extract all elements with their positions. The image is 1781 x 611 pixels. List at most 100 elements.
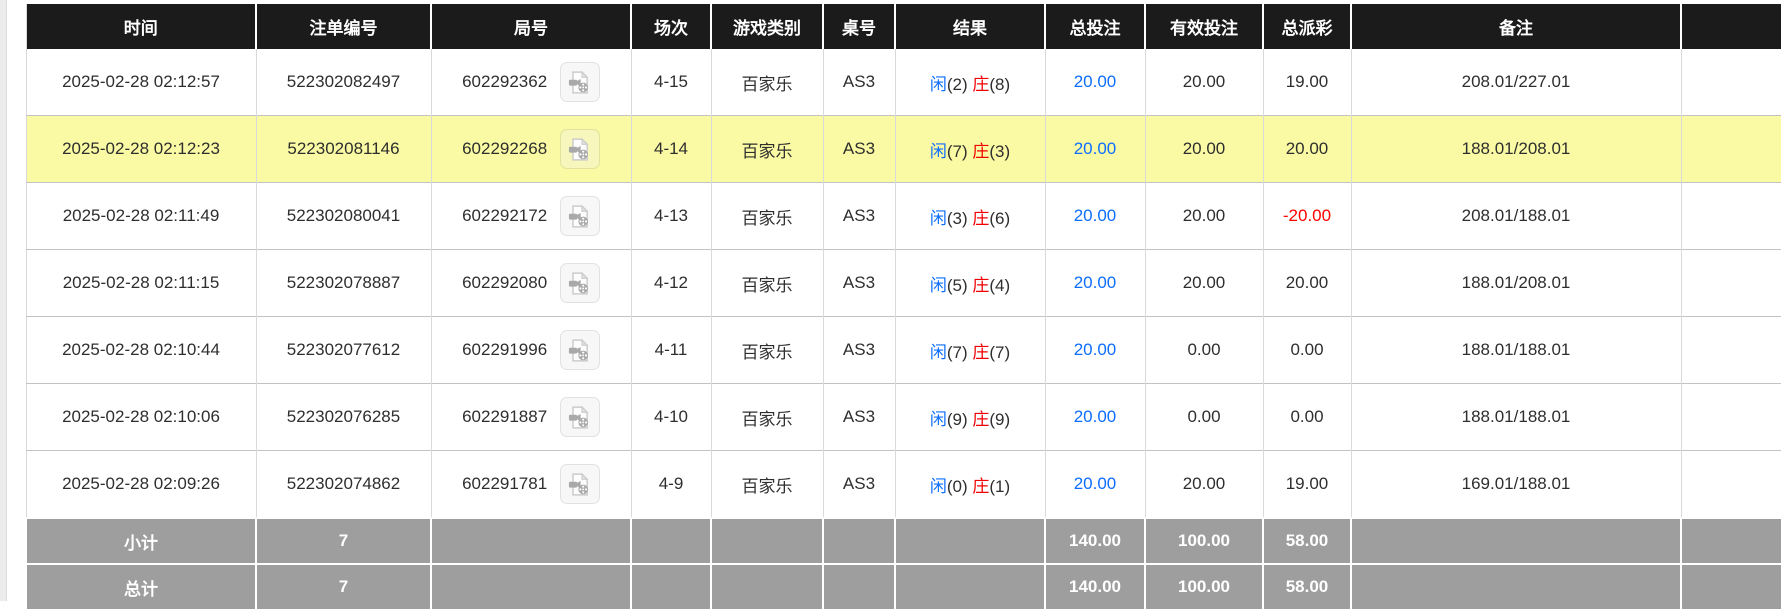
total-bet-link[interactable]: 20.00 (1074, 206, 1117, 225)
column-header-payout: 总派彩 (1263, 4, 1351, 49)
cell-valid_bet: 0.00 (1145, 317, 1263, 384)
player-score: (5) (947, 276, 968, 295)
summary-cell-round_id (431, 518, 631, 564)
video-replay-button[interactable] (560, 263, 600, 303)
bet-record-row[interactable]: 2025-02-28 02:12:57522302082497 602292362… (26, 49, 1781, 116)
bet-history-table-wrap: 时间注单编号局号场次游戏类别桌号结果总投注有效投注总派彩备注 2025-02-2… (25, 4, 1781, 611)
banker-score: (7) (989, 343, 1010, 362)
cell-valid_bet: 0.00 (1145, 384, 1263, 451)
total-bet-link[interactable]: 20.00 (1074, 407, 1117, 426)
banker-label: 庄 (972, 142, 989, 161)
banker-score: (1) (989, 477, 1010, 496)
video-replay-button[interactable] (560, 196, 600, 236)
payout-value: 19.00 (1286, 474, 1329, 493)
player-score: (9) (947, 410, 968, 429)
video-replay-button[interactable] (560, 62, 600, 102)
cell-result: 闲(3) 庄(6) (895, 183, 1045, 250)
cell-bet_id: 522302081146 (256, 116, 431, 183)
round-number: 602291781 (462, 474, 547, 493)
cell-extra (1681, 116, 1781, 183)
cell-result: 闲(9) 庄(9) (895, 384, 1045, 451)
cell-total_bet: 20.00 (1045, 250, 1145, 317)
cell-bet_id: 522302078887 (256, 250, 431, 317)
banker-label: 庄 (972, 477, 989, 496)
total-bet-link[interactable]: 20.00 (1074, 139, 1117, 158)
summary-cell-total_bet: 140.00 (1045, 564, 1145, 610)
banker-label: 庄 (972, 343, 989, 362)
player-label: 闲 (930, 142, 947, 161)
player-label: 闲 (930, 410, 947, 429)
summary-row-total: 总计7140.00100.0058.00 (26, 564, 1781, 610)
cell-bet_id: 522302082497 (256, 49, 431, 116)
summary-cell-total_bet: 140.00 (1045, 518, 1145, 564)
cell-table_no: AS3 (823, 49, 895, 116)
cell-payout: 0.00 (1263, 384, 1351, 451)
summary-cell-payout: 58.00 (1263, 518, 1351, 564)
video-file-icon (566, 136, 593, 163)
summary-cell-game_type (711, 564, 823, 610)
total-bet-link[interactable]: 20.00 (1074, 340, 1117, 359)
cell-extra (1681, 183, 1781, 250)
bet-record-row[interactable]: 2025-02-28 02:11:49522302080041602292172… (26, 183, 1781, 250)
video-replay-button[interactable] (560, 330, 600, 370)
payout-value: -20.00 (1283, 206, 1331, 225)
bet-history-table: 时间注单编号局号场次游戏类别桌号结果总投注有效投注总派彩备注 2025-02-2… (25, 4, 1781, 611)
video-replay-button[interactable] (560, 397, 600, 437)
header-row: 时间注单编号局号场次游戏类别桌号结果总投注有效投注总派彩备注 (26, 4, 1781, 49)
banker-score: (9) (989, 410, 1010, 429)
video-replay-button[interactable] (560, 464, 600, 504)
round-number: 602292172 (462, 206, 547, 225)
cell-session: 4-9 (631, 451, 711, 519)
video-file-icon (566, 337, 593, 364)
column-header-valid_bet: 有效投注 (1145, 4, 1263, 49)
cell-session: 4-13 (631, 183, 711, 250)
column-header-extra (1681, 4, 1781, 49)
banker-score: (3) (989, 142, 1010, 161)
cell-round_id: 602292362 (431, 49, 631, 116)
round-number: 602291887 (462, 407, 547, 426)
summary-cell-payout: 58.00 (1263, 564, 1351, 610)
cell-extra (1681, 384, 1781, 451)
banker-score: (6) (989, 209, 1010, 228)
total-bet-link[interactable]: 20.00 (1074, 273, 1117, 292)
bet-record-row[interactable]: 2025-02-28 02:11:15522302078887602292080… (26, 250, 1781, 317)
summary-cell-session (631, 564, 711, 610)
summary-cell-result (895, 518, 1045, 564)
column-header-result: 结果 (895, 4, 1045, 49)
summary-cell-bet_id: 7 (256, 518, 431, 564)
player-label: 闲 (930, 343, 947, 362)
bet-record-row[interactable]: 2025-02-28 02:10:06522302076285602291887… (26, 384, 1781, 451)
round-number: 602292362 (462, 72, 547, 91)
cell-result: 闲(7) 庄(7) (895, 317, 1045, 384)
video-file-icon (566, 270, 593, 297)
cell-valid_bet: 20.00 (1145, 116, 1263, 183)
summary-cell-valid_bet: 100.00 (1145, 518, 1263, 564)
cell-note: 188.01/188.01 (1351, 317, 1681, 384)
table-header: 时间注单编号局号场次游戏类别桌号结果总投注有效投注总派彩备注 (26, 4, 1781, 49)
video-replay-button[interactable] (560, 129, 600, 169)
cell-total_bet: 20.00 (1045, 49, 1145, 116)
round-number: 602291996 (462, 340, 547, 359)
cell-game_type: 百家乐 (711, 384, 823, 451)
summary-cell-table_no (823, 518, 895, 564)
total-bet-link[interactable]: 20.00 (1074, 72, 1117, 91)
cell-result: 闲(0) 庄(1) (895, 451, 1045, 519)
cell-time: 2025-02-28 02:12:57 (26, 49, 256, 116)
cell-game_type: 百家乐 (711, 49, 823, 116)
round-number: 602292268 (462, 139, 547, 158)
player-score: (7) (947, 142, 968, 161)
summary-cell-round_id (431, 564, 631, 610)
bet-record-row[interactable]: 2025-02-28 02:12:23522302081146602292268… (26, 116, 1781, 183)
cell-extra (1681, 250, 1781, 317)
cell-session: 4-11 (631, 317, 711, 384)
cell-table_no: AS3 (823, 183, 895, 250)
bet-record-row[interactable]: 2025-02-28 02:09:26522302074862602291781… (26, 451, 1781, 519)
column-header-table_no: 桌号 (823, 4, 895, 49)
total-bet-link[interactable]: 20.00 (1074, 474, 1117, 493)
cell-note: 188.01/188.01 (1351, 384, 1681, 451)
bet-record-row[interactable]: 2025-02-28 02:10:44522302077612602291996… (26, 317, 1781, 384)
column-header-total_bet: 总投注 (1045, 4, 1145, 49)
summary-cell-time: 总计 (26, 564, 256, 610)
banker-label: 庄 (972, 410, 989, 429)
cell-note: 208.01/188.01 (1351, 183, 1681, 250)
